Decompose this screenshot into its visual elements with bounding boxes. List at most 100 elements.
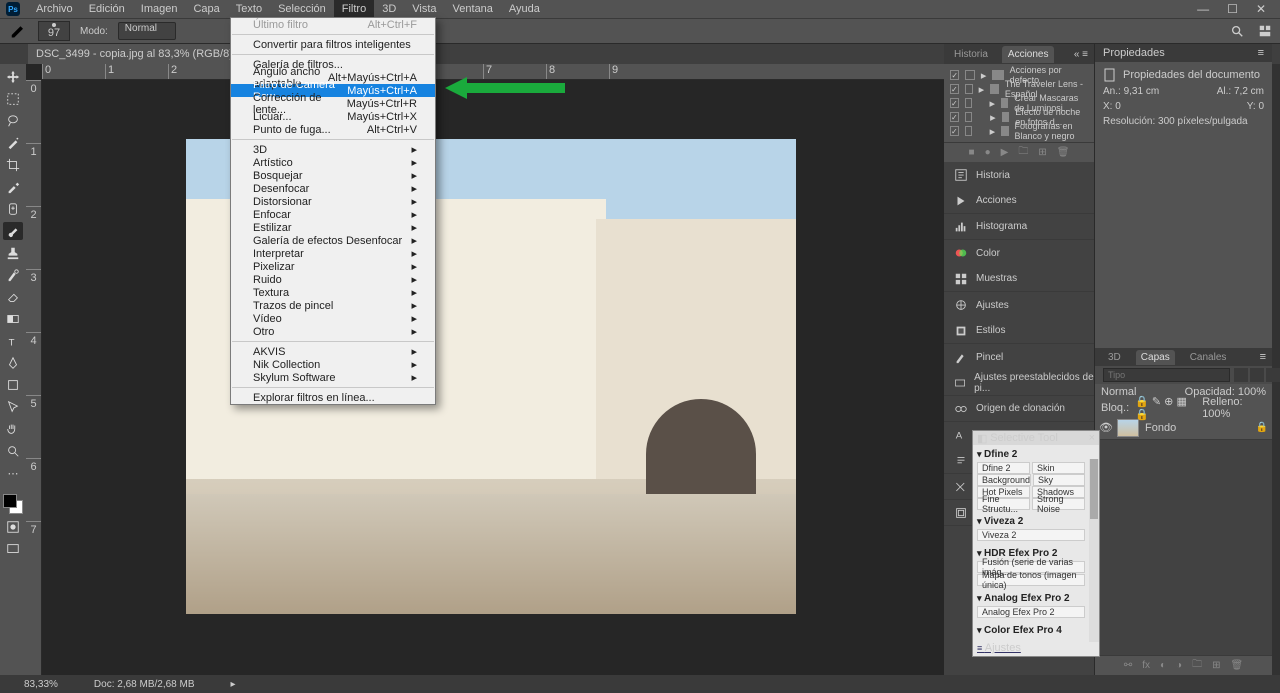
menu-archivo[interactable]: Archivo: [28, 0, 81, 18]
menu-item-otro[interactable]: Otro: [231, 325, 435, 338]
gradient-tool[interactable]: [3, 310, 23, 328]
menu-vista[interactable]: Vista: [404, 0, 444, 18]
edit-toolbar[interactable]: ⋯: [3, 464, 23, 482]
menu-item-interpretar[interactable]: Interpretar: [231, 247, 435, 260]
eraser-tool[interactable]: [3, 288, 23, 306]
wand-tool[interactable]: [3, 134, 23, 152]
mask-icon[interactable]: ◐: [1160, 660, 1166, 671]
layer-filter-input[interactable]: [1103, 368, 1230, 382]
brush-tool[interactable]: [3, 222, 23, 240]
group-icon[interactable]: 🗀: [1192, 657, 1202, 674]
menu-ventana[interactable]: Ventana: [445, 0, 501, 18]
preset-strong-noise[interactable]: Strong Noise: [1032, 498, 1085, 510]
history-brush-tool[interactable]: [3, 266, 23, 284]
menu-item-ruido[interactable]: Ruido: [231, 273, 435, 286]
stop-icon[interactable]: ■: [969, 147, 975, 158]
preset-viveza-2[interactable]: Viveza 2: [977, 529, 1085, 541]
new-action-icon[interactable]: ⊞: [1038, 147, 1046, 158]
stamp-tool[interactable]: [3, 244, 23, 262]
tab-layers[interactable]: Capas: [1136, 350, 1175, 365]
marquee-tool[interactable]: [3, 90, 23, 108]
preset-sky[interactable]: Sky: [1033, 474, 1085, 486]
ajustes-link[interactable]: ≡ Ajustes: [973, 640, 1089, 656]
brush-preview[interactable]: 97: [38, 21, 70, 41]
shape-tool[interactable]: [3, 376, 23, 394]
section-dfine-2[interactable]: Dfine 2: [977, 447, 1085, 462]
preset-dfine-2[interactable]: Dfine 2: [977, 462, 1030, 474]
panel-muestras[interactable]: Muestras: [944, 266, 1094, 292]
adjust-icon[interactable]: ◑: [1176, 660, 1182, 671]
panel-origen-de-clonaci-n[interactable]: Origen de clonación: [944, 396, 1094, 422]
new-folder-icon[interactable]: 🗀: [1018, 144, 1028, 161]
menu-item-galer-a-de-efectos-desenfocar[interactable]: Galería de efectos Desenfocar: [231, 234, 435, 247]
mode-select[interactable]: Normal: [118, 22, 176, 40]
maximize-button[interactable]: ☐: [1227, 2, 1238, 16]
pen-tool[interactable]: [3, 354, 23, 372]
menu-capa[interactable]: Capa: [185, 0, 227, 18]
preset-skin[interactable]: Skin: [1032, 462, 1085, 474]
link-icon[interactable]: ⚯: [1124, 660, 1132, 671]
panel-color[interactable]: Color: [944, 240, 1094, 266]
panel-scrollbar[interactable]: [1089, 459, 1099, 642]
menu-item-bosquejar[interactable]: Bosquejar: [231, 169, 435, 182]
menu-item-skylum-software[interactable]: Skylum Software: [231, 371, 435, 384]
menu-item-3d[interactable]: 3D: [231, 143, 435, 156]
trash-icon[interactable]: 🗑: [1057, 147, 1070, 158]
crop-tool[interactable]: [3, 156, 23, 174]
menu-item-akvis[interactable]: AKVIS: [231, 345, 435, 358]
play-icon[interactable]: ▶: [1001, 147, 1009, 158]
menu-imagen[interactable]: Imagen: [133, 0, 186, 18]
search-icon[interactable]: [1230, 24, 1244, 38]
delete-icon[interactable]: 🗑: [1230, 660, 1243, 671]
panel-histograma[interactable]: Histograma: [944, 214, 1094, 240]
menu-item-nik-collection[interactable]: Nik Collection: [231, 358, 435, 371]
new-layer-icon[interactable]: ⊞: [1212, 660, 1220, 671]
menu-item-art-stico[interactable]: Artístico: [231, 156, 435, 169]
eyedropper-tool[interactable]: [3, 178, 23, 196]
doc-size[interactable]: Doc: 2,68 MB/2,68 MB: [94, 679, 195, 690]
filter-adjust-icon[interactable]: [1250, 368, 1264, 382]
fx-icon[interactable]: fx: [1142, 660, 1150, 671]
menu-item-desenfocar[interactable]: Desenfocar: [231, 182, 435, 195]
menu-texto[interactable]: Texto: [228, 0, 270, 18]
zoom-level[interactable]: 83,33%: [24, 679, 58, 690]
close-panel-icon[interactable]: ×: [1089, 432, 1095, 444]
path-select-tool[interactable]: [3, 398, 23, 416]
move-tool[interactable]: [3, 68, 23, 86]
tab-actions[interactable]: Acciones: [1002, 46, 1055, 63]
type-tool[interactable]: T: [3, 332, 23, 350]
filter-pixel-icon[interactable]: [1234, 368, 1248, 382]
menu-item-convertir-para-filtros-inteligentes[interactable]: Convertir para filtros inteligentes: [231, 38, 435, 51]
document-tab[interactable]: DSC_3499 - copia.jpg al 83,3% (RGB/8) * …: [28, 44, 263, 64]
section-viveza-2[interactable]: Viveza 2: [977, 514, 1085, 529]
screenmode-tool[interactable]: [3, 540, 23, 558]
menu-item-explorar-filtros-en-l-nea-[interactable]: Explorar filtros en línea...: [231, 391, 435, 404]
workspace-icon[interactable]: [1258, 24, 1272, 38]
menu-item-pixelizar[interactable]: Pixelizar: [231, 260, 435, 273]
panel-ajustes[interactable]: Ajustes: [944, 292, 1094, 318]
preset-fine-structu-[interactable]: Fine Structu...: [977, 498, 1030, 510]
menu-3d[interactable]: 3D: [374, 0, 404, 18]
blend-mode-select[interactable]: Normal: [1101, 386, 1136, 398]
menu-item-textura[interactable]: Textura: [231, 286, 435, 299]
menu-selección[interactable]: Selección: [270, 0, 334, 18]
lasso-tool[interactable]: [3, 112, 23, 130]
layer-row[interactable]: 👁 Fondo 🔒: [1095, 416, 1272, 440]
close-button[interactable]: ✕: [1256, 2, 1266, 16]
menu-item-distorsionar[interactable]: Distorsionar: [231, 195, 435, 208]
filter-type-icon[interactable]: [1266, 368, 1280, 382]
menu-edición[interactable]: Edición: [81, 0, 133, 18]
tab-history[interactable]: Historia: [954, 49, 988, 60]
menu-item-enfocar[interactable]: Enfocar: [231, 208, 435, 221]
tab-3d[interactable]: 3D: [1103, 350, 1126, 365]
menu-item-correcci-n-de-lente-[interactable]: Corrección de lente...Mayús+Ctrl+R: [231, 97, 435, 110]
minimize-button[interactable]: —: [1197, 2, 1209, 16]
menu-item-trazos-de-pincel[interactable]: Trazos de pincel: [231, 299, 435, 312]
menu-item-punto-de-fuga-[interactable]: Punto de fuga...Alt+Ctrl+V: [231, 123, 435, 136]
tool-preset-icon[interactable]: [8, 20, 28, 43]
preset-background[interactable]: Background: [977, 474, 1031, 486]
action-item[interactable]: ✓ ▸ Fotografías en Blanco y negro: [946, 124, 1092, 138]
menu-ayuda[interactable]: Ayuda: [501, 0, 548, 18]
menu-item-estilizar[interactable]: Estilizar: [231, 221, 435, 234]
heal-tool[interactable]: [3, 200, 23, 218]
